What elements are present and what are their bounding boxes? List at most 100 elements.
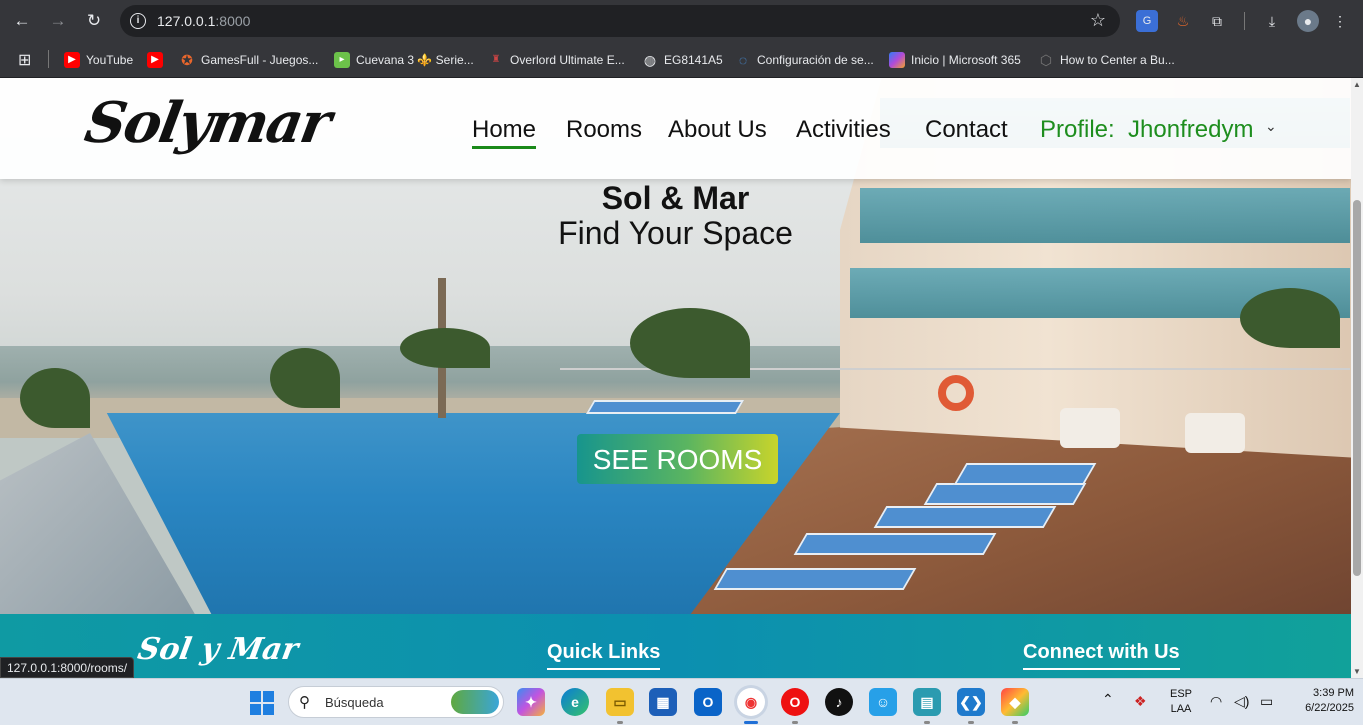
- windows-start-icon[interactable]: [250, 691, 274, 715]
- chrome-icon[interactable]: ◉: [737, 688, 765, 716]
- tray-app-icon[interactable]: ❖: [1134, 693, 1147, 710]
- palm-scenery: [400, 328, 490, 368]
- lounger-scenery: [585, 400, 745, 414]
- palm-scenery: [630, 308, 750, 378]
- bookmark-star-icon[interactable]: ☆: [1090, 10, 1106, 31]
- bookmark-label: How to Center a Bu...: [1060, 53, 1175, 67]
- wifi-icon[interactable]: ◠: [1210, 693, 1222, 710]
- clock-time: 3:39 PM: [1313, 687, 1354, 699]
- lounger-scenery: [873, 506, 1057, 528]
- lounger-scenery: [793, 533, 997, 555]
- hexagon-icon: ⬡: [1039, 52, 1053, 68]
- profile-avatar-icon[interactable]: ●: [1297, 10, 1319, 32]
- app-running-indicator: [968, 721, 974, 724]
- git-tool-icon[interactable]: ◆: [1001, 688, 1029, 716]
- messenger-icon[interactable]: ☺: [869, 688, 897, 716]
- bookmark-eg8141a5[interactable]: ◍ EG8141A5: [642, 50, 723, 70]
- terminal-icon[interactable]: ▤: [913, 688, 941, 716]
- fire-extension-icon[interactable]: ♨: [1172, 10, 1194, 32]
- page-scrollbar[interactable]: ▲ ▼: [1351, 78, 1363, 678]
- tiktok-icon[interactable]: ♪: [825, 688, 853, 716]
- scroll-up-arrow-icon[interactable]: ▲: [1351, 80, 1363, 89]
- globe-icon: ◍: [643, 52, 657, 68]
- microsoft365-icon: [889, 52, 905, 68]
- apps-grid-icon[interactable]: ⊞: [18, 50, 31, 70]
- windows-taskbar: ⚲ Búsqueda ✦ e ▭ ▦ O ◉ O ♪ ☺ ▤ ❮❯ ◆ ⌃ ❖ …: [0, 678, 1363, 725]
- search-highlight-icon: [451, 690, 499, 714]
- profile-label: Profile:: [1040, 116, 1115, 143]
- extensions-puzzle-icon[interactable]: ⧉: [1206, 10, 1228, 32]
- battery-icon[interactable]: ▭: [1260, 693, 1273, 710]
- volume-icon[interactable]: ◁): [1234, 693, 1249, 710]
- clock-date: 6/22/2025: [1305, 702, 1354, 714]
- footer-connect-heading: Connect with Us: [1023, 641, 1180, 670]
- url-text[interactable]: 127.0.0.1:8000: [157, 13, 250, 29]
- reload-icon[interactable]: ↻: [82, 9, 106, 33]
- bookmark-label: Inicio | Microsoft 365: [911, 53, 1021, 67]
- chair-scenery: [1185, 413, 1245, 453]
- bookmark-center-button[interactable]: ⬡ How to Center a Bu...: [1038, 50, 1175, 70]
- keyboard-layout: LAA: [1170, 703, 1192, 715]
- outlook-icon[interactable]: O: [694, 688, 722, 716]
- site-logo[interactable]: Solymar: [80, 90, 334, 156]
- language-indicator[interactable]: ESP LAA: [1166, 688, 1196, 715]
- see-rooms-button[interactable]: SEE ROOMS: [577, 434, 778, 484]
- bookmark-gamesfull[interactable]: ✪ GamesFull - Juegos...: [179, 50, 318, 70]
- hero-title: Sol & Mar: [601, 180, 750, 216]
- bookmark-youtube[interactable]: ▶ YouTube: [64, 50, 133, 70]
- store-icon[interactable]: ▦: [649, 688, 677, 716]
- site-navbar: Solymar Home Rooms About Us Activities C…: [0, 78, 1351, 179]
- nav-profile-dropdown[interactable]: Profile: Jhonfredym: [1040, 116, 1253, 144]
- app-running-indicator: [924, 721, 930, 724]
- taskbar-search[interactable]: ⚲ Búsqueda: [288, 686, 504, 718]
- menu-kebab-icon[interactable]: ⋮: [1329, 10, 1351, 32]
- loading-icon: ◌: [738, 52, 748, 68]
- nav-home[interactable]: Home: [472, 116, 536, 144]
- browser-toolbar: ← → ↻ i 127.0.0.1:8000 ☆ G ♨ ⧉ ⤓ ● ⋮: [0, 0, 1363, 42]
- toolbar-divider: [1244, 12, 1245, 30]
- file-explorer-icon[interactable]: ▭: [606, 688, 634, 716]
- bookmark-label: Configuración de se...: [757, 53, 874, 67]
- translate-extension-icon[interactable]: G: [1136, 10, 1158, 32]
- profile-username: Jhonfredym: [1128, 116, 1254, 143]
- youtube-icon: ▶: [64, 52, 80, 68]
- app-running-indicator: [1012, 721, 1018, 724]
- bookmarks-bar: ⊞ ▶ YouTube ▶ ✪ GamesFull - Juegos... ▸ Cue…: [0, 42, 1363, 78]
- nav-rooms[interactable]: Rooms: [566, 116, 642, 144]
- search-icon: ⚲: [299, 694, 310, 711]
- download-icon[interactable]: ⤓: [1261, 10, 1283, 32]
- nav-contact[interactable]: Contact: [925, 116, 1008, 144]
- address-bar[interactable]: i 127.0.0.1:8000 ☆: [120, 5, 1120, 37]
- bookmark-microsoft365[interactable]: Inicio | Microsoft 365: [889, 50, 1021, 70]
- footer-quick-links-heading: Quick Links: [547, 641, 661, 670]
- bookmark-overlord[interactable]: ♜ Overlord Ultimate E...: [488, 50, 625, 70]
- bookmark-configuracion[interactable]: ◌ Configuración de se...: [735, 50, 874, 70]
- chevron-down-icon[interactable]: ⌄: [1265, 118, 1277, 135]
- footer-logo: Sol y Mar: [134, 632, 301, 667]
- clock[interactable]: 3:39 PM 6/22/2025: [1296, 687, 1354, 714]
- vscode-icon[interactable]: ❮❯: [957, 688, 985, 716]
- nav-about-us[interactable]: About Us: [668, 116, 767, 144]
- back-arrow-icon[interactable]: ←: [10, 9, 34, 33]
- gamepad-icon: ✪: [181, 52, 193, 68]
- nav-activities[interactable]: Activities: [796, 116, 891, 144]
- site-info-icon[interactable]: i: [130, 13, 146, 29]
- chair-scenery: [1060, 408, 1120, 448]
- lounger-scenery: [923, 483, 1087, 505]
- bookmark-cuevana[interactable]: ▸ Cuevana 3 ⚜️ Serie...: [334, 50, 474, 70]
- scroll-thumb[interactable]: [1353, 200, 1361, 576]
- bookmark-youtube-2[interactable]: ▶: [147, 50, 163, 70]
- url-host: 127.0.0.1: [157, 13, 216, 29]
- tray-chevron-up-icon[interactable]: ⌃: [1102, 691, 1114, 708]
- figure-icon: ♜: [491, 54, 501, 65]
- copilot-icon[interactable]: ✦: [517, 688, 545, 716]
- opera-icon[interactable]: O: [781, 688, 809, 716]
- app-active-indicator: [744, 721, 758, 724]
- bookmark-label: Cuevana 3 ⚜️ Serie...: [356, 53, 474, 67]
- scroll-down-arrow-icon[interactable]: ▼: [1351, 667, 1363, 676]
- bookmark-label: Overlord Ultimate E...: [510, 53, 625, 67]
- youtube-icon: ▶: [147, 52, 163, 68]
- lounger-scenery: [713, 568, 917, 590]
- forward-arrow-icon[interactable]: →: [46, 9, 70, 33]
- edge-icon[interactable]: e: [561, 688, 589, 716]
